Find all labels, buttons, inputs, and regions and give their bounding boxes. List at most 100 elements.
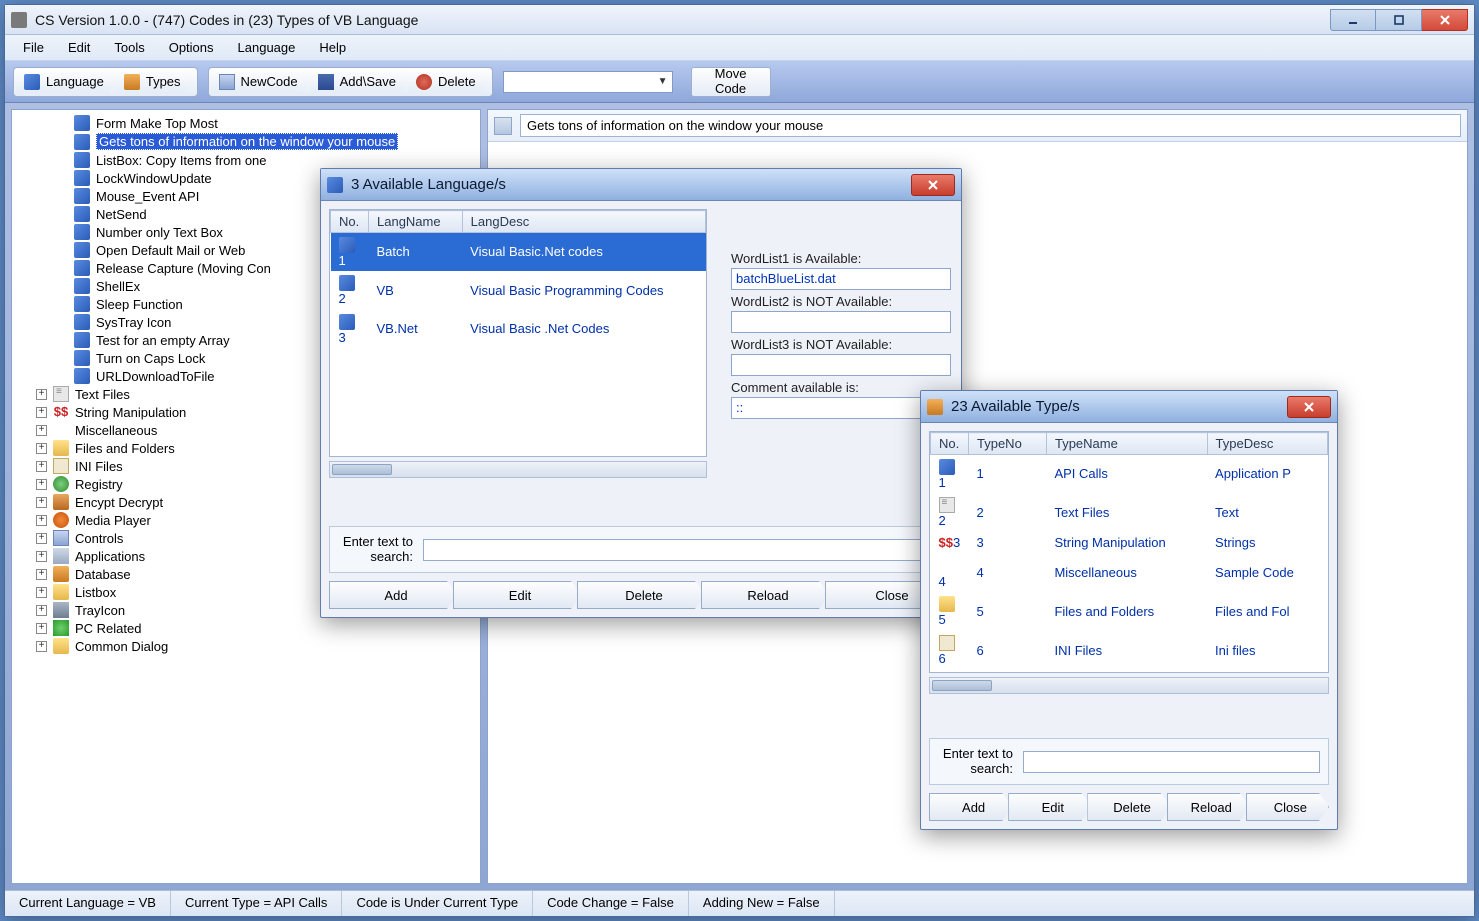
menu-edit[interactable]: Edit bbox=[56, 36, 102, 59]
menu-file[interactable]: File bbox=[11, 36, 56, 59]
type-add-button[interactable]: Add bbox=[929, 793, 1012, 821]
type-row[interactable]: 66INI FilesIni files bbox=[931, 631, 1328, 670]
wordlist3-input[interactable] bbox=[731, 354, 951, 376]
database-icon bbox=[53, 566, 69, 582]
minimize-button[interactable] bbox=[1330, 9, 1376, 31]
language-dialog-close-button[interactable] bbox=[911, 174, 955, 196]
type-row[interactable]: 77RegistryAccessing Re bbox=[931, 669, 1328, 673]
tree-category-label: String Manipulation bbox=[75, 405, 186, 420]
expand-icon[interactable]: + bbox=[36, 461, 47, 472]
menubar: File Edit Tools Options Language Help bbox=[5, 35, 1474, 61]
scrollbar-thumb[interactable] bbox=[332, 464, 392, 475]
expand-icon[interactable]: + bbox=[36, 551, 47, 562]
controls-icon bbox=[53, 530, 69, 546]
language-grid-hscroll[interactable] bbox=[329, 461, 707, 478]
language-delete-button[interactable]: Delete bbox=[577, 581, 705, 609]
type-search-input[interactable] bbox=[1023, 751, 1320, 773]
col-typename[interactable]: TypeName bbox=[1046, 433, 1207, 455]
menu-options[interactable]: Options bbox=[157, 36, 226, 59]
language-reload-button[interactable]: Reload bbox=[701, 581, 829, 609]
menu-help[interactable]: Help bbox=[307, 36, 358, 59]
type-grid-hscroll[interactable] bbox=[929, 677, 1329, 694]
toolbar-combo[interactable]: ▼ bbox=[503, 71, 673, 93]
tree-leaf-label: Gets tons of information on the window y… bbox=[96, 133, 398, 150]
type-reload-button[interactable]: Reload bbox=[1167, 793, 1250, 821]
search-label: Enter text to search: bbox=[338, 535, 413, 564]
toolbar-newcode-button[interactable]: NewCode bbox=[211, 70, 312, 94]
language-dialog-titlebar[interactable]: 3 Available Language/s bbox=[321, 169, 961, 201]
tree-category[interactable]: +Common Dialog bbox=[18, 637, 478, 655]
tree-leaf[interactable]: Gets tons of information on the window y… bbox=[18, 132, 478, 151]
tree-category[interactable]: +PC Related bbox=[18, 619, 478, 637]
maximize-button[interactable] bbox=[1376, 9, 1422, 31]
status-adding: Adding New = False bbox=[689, 891, 835, 916]
expand-icon[interactable]: + bbox=[36, 389, 47, 400]
language-grid[interactable]: No. LangName LangDesc 1BatchVisual Basic… bbox=[329, 209, 707, 457]
toolbar-language-button[interactable]: Language bbox=[16, 70, 118, 94]
scrollbar-thumb[interactable] bbox=[932, 680, 992, 691]
language-edit-button[interactable]: Edit bbox=[453, 581, 581, 609]
expand-icon[interactable]: + bbox=[36, 569, 47, 580]
expand-icon[interactable]: + bbox=[36, 443, 47, 454]
expand-icon[interactable]: + bbox=[36, 407, 47, 418]
row-icon bbox=[939, 497, 955, 513]
cube-icon bbox=[74, 115, 90, 131]
search-label: Enter text to search: bbox=[938, 747, 1013, 776]
expand-icon[interactable]: + bbox=[36, 425, 47, 436]
toolbar-delete-button[interactable]: Delete bbox=[408, 70, 490, 94]
cube-icon bbox=[74, 134, 90, 150]
menu-tools[interactable]: Tools bbox=[102, 36, 156, 59]
expand-icon[interactable]: + bbox=[36, 515, 47, 526]
type-row[interactable]: $$33String ManipulationStrings bbox=[931, 532, 1328, 554]
copy-icon[interactable] bbox=[494, 117, 512, 135]
tree-leaf-label: NetSend bbox=[96, 207, 147, 222]
col-typeno[interactable]: TypeNo bbox=[969, 433, 1047, 455]
menu-language[interactable]: Language bbox=[226, 36, 308, 59]
row-icon bbox=[939, 596, 955, 612]
expand-icon[interactable]: + bbox=[36, 533, 47, 544]
tree-leaf[interactable]: ListBox: Copy Items from one bbox=[18, 151, 478, 169]
tree-leaf[interactable]: Form Make Top Most bbox=[18, 114, 478, 132]
col-no[interactable]: No. bbox=[931, 433, 969, 455]
tree-leaf-label: ShellEx bbox=[96, 279, 140, 294]
toolbar-movecode-button[interactable]: Move Code bbox=[691, 67, 771, 97]
col-no[interactable]: No. bbox=[331, 211, 369, 233]
col-langname[interactable]: LangName bbox=[369, 211, 463, 233]
language-row[interactable]: 2VBVisual Basic Programming Codes bbox=[331, 271, 706, 310]
expand-icon[interactable]: + bbox=[36, 641, 47, 652]
cube-icon bbox=[74, 350, 90, 366]
type-close-button[interactable]: Close bbox=[1246, 793, 1329, 821]
wordlist2-input[interactable] bbox=[731, 311, 951, 333]
language-row[interactable]: 1BatchVisual Basic.Net codes bbox=[331, 233, 706, 272]
expand-icon[interactable]: + bbox=[36, 623, 47, 634]
expand-icon[interactable]: + bbox=[36, 479, 47, 490]
type-dialog[interactable]: 23 Available Type/s No. TypeNo TypeName … bbox=[920, 390, 1338, 830]
toolbar-addsave-button[interactable]: Add\Save bbox=[310, 70, 410, 94]
close-button[interactable] bbox=[1422, 9, 1468, 31]
type-row[interactable]: 44MiscellaneousSample Code bbox=[931, 554, 1328, 593]
type-grid[interactable]: No. TypeNo TypeName TypeDesc 11API Calls… bbox=[929, 431, 1329, 673]
language-add-button[interactable]: Add bbox=[329, 581, 457, 609]
save-icon bbox=[318, 74, 334, 90]
language-dialog[interactable]: 3 Available Language/s No. LangName Lang… bbox=[320, 168, 962, 618]
type-edit-button[interactable]: Edit bbox=[1008, 793, 1091, 821]
tree-leaf-label: Turn on Caps Lock bbox=[96, 351, 205, 366]
toolbar-types-button[interactable]: Types bbox=[116, 70, 195, 94]
type-row[interactable]: 55Files and FoldersFiles and Fol bbox=[931, 592, 1328, 631]
toolbar-group-crud: NewCode Add\Save Delete bbox=[208, 67, 493, 97]
type-dialog-close-button[interactable] bbox=[1287, 396, 1331, 418]
col-langdesc[interactable]: LangDesc bbox=[462, 211, 705, 233]
titlebar[interactable]: CS Version 1.0.0 - (747) Codes in (23) T… bbox=[5, 5, 1474, 35]
type-row[interactable]: 22Text FilesText bbox=[931, 493, 1328, 532]
tree-category-label: Listbox bbox=[75, 585, 116, 600]
type-delete-button[interactable]: Delete bbox=[1087, 793, 1170, 821]
type-dialog-titlebar[interactable]: 23 Available Type/s bbox=[921, 391, 1337, 423]
expand-icon[interactable]: + bbox=[36, 587, 47, 598]
language-search-input[interactable] bbox=[423, 539, 944, 561]
expand-icon[interactable]: + bbox=[36, 497, 47, 508]
type-row[interactable]: 11API CallsApplication P bbox=[931, 455, 1328, 494]
expand-icon[interactable]: + bbox=[36, 605, 47, 616]
language-row[interactable]: 3VB.NetVisual Basic .Net Codes bbox=[331, 310, 706, 349]
col-typedesc[interactable]: TypeDesc bbox=[1207, 433, 1327, 455]
tree-category-label: Encypt Decrypt bbox=[75, 495, 163, 510]
